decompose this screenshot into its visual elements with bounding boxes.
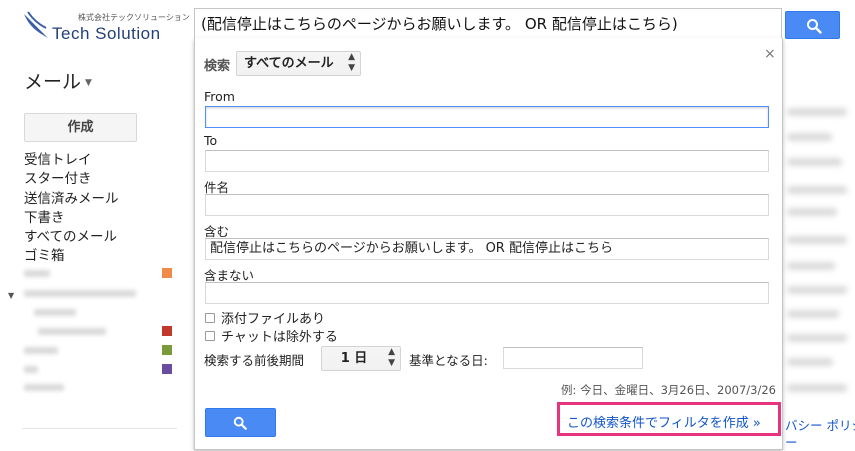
blurred-message[interactable]	[787, 286, 847, 294]
create-filter-link[interactable]: この検索条件でフィルタを作成 »	[567, 412, 761, 431]
mail-menu-label: メール	[24, 71, 82, 93]
privacy-policy-link-continued[interactable]: ー	[785, 432, 798, 451]
date-of-field[interactable]	[503, 347, 643, 369]
search-scope-value: すべてのメール	[244, 56, 334, 71]
blurred-message[interactable]	[787, 384, 847, 392]
select-arrows-icon: ▲ ▼	[348, 52, 355, 73]
advanced-search-button[interactable]	[205, 408, 276, 437]
compose-button[interactable]: 作成	[24, 113, 137, 142]
create-filter-highlight: この検索条件でフィルタを作成 »	[557, 402, 781, 436]
company-small-text: 株式会社テックソリューション	[78, 13, 190, 22]
label-color-swatch	[162, 326, 172, 336]
blurred-label[interactable]	[34, 309, 76, 316]
sidebar-item-all-mail[interactable]: すべてのメール	[24, 228, 119, 247]
date-within-label: 検索する前後期間	[204, 353, 305, 368]
blurred-message[interactable]	[787, 334, 847, 342]
blurred-message[interactable]	[787, 133, 832, 141]
doesnt-have-field[interactable]	[205, 282, 769, 304]
exclude-chats-checkbox[interactable]	[205, 331, 215, 341]
sidebar-item-inbox[interactable]: 受信トレイ	[24, 151, 119, 170]
bird-logo-icon	[24, 11, 48, 38]
tech-solution-logo[interactable]: 株式会社テックソリューション Tech Solution	[22, 8, 192, 46]
blurred-message[interactable]	[787, 236, 847, 244]
has-attachment-label[interactable]: 添付ファイルあり	[221, 308, 325, 327]
search-scope-label: 検索	[204, 59, 231, 74]
blurred-message[interactable]	[787, 208, 837, 216]
sidebar-item-starred[interactable]: スター付き	[24, 170, 119, 189]
search-button[interactable]	[785, 11, 840, 39]
date-within-select[interactable]: 1 日 ▲ ▼	[321, 346, 401, 371]
has-attachment-checkbox[interactable]	[205, 313, 215, 323]
blurred-message[interactable]	[787, 310, 839, 318]
label-color-swatch	[162, 268, 172, 278]
search-icon	[233, 416, 247, 430]
company-name: Tech Solution	[52, 24, 161, 43]
to-field[interactable]	[205, 150, 769, 172]
sidebar-item-sent[interactable]: 送信済みメール	[24, 190, 119, 209]
blurred-message[interactable]	[787, 108, 847, 116]
blurred-label[interactable]	[24, 347, 58, 354]
subject-field[interactable]	[205, 194, 769, 216]
label-color-swatch	[162, 345, 172, 355]
sidebar-item-trash[interactable]: ゴミ箱	[24, 247, 119, 266]
blurred-label[interactable]	[24, 384, 64, 391]
close-icon[interactable]: ×	[764, 46, 776, 62]
blurred-message[interactable]	[787, 186, 847, 194]
label-color-swatch	[162, 364, 172, 374]
search-icon	[807, 19, 822, 34]
from-label: From	[204, 89, 235, 104]
search-input[interactable]: (配信停止はこちらのページからお願いします。 OR 配信停止はこちら)	[194, 8, 782, 38]
date-example-text: 例: 今日、金曜日、3月26日、2007/3/26	[561, 383, 776, 397]
mail-menu[interactable]: メール ▼	[24, 67, 92, 94]
sidebar-divider	[22, 428, 177, 429]
blurred-message[interactable]	[787, 262, 835, 270]
blurred-message[interactable]	[787, 158, 842, 166]
to-label: To	[204, 133, 218, 148]
blurred-label[interactable]	[24, 366, 38, 373]
exclude-chats-label[interactable]: チャットは除外する	[221, 326, 338, 345]
sidebar-item-drafts[interactable]: 下書き	[24, 209, 119, 228]
sidebar-nav: 受信トレイ スター付き 送信済みメール 下書き すべてのメール ゴミ箱	[24, 151, 119, 267]
date-within-value: 1 日	[340, 351, 368, 366]
blurred-label[interactable]	[38, 328, 106, 335]
select-arrows-icon: ▲ ▼	[388, 347, 395, 368]
blurred-label[interactable]	[24, 290, 136, 297]
has-words-field[interactable]: 配信停止はこちらのページからお願いします。 OR 配信停止はこちら	[205, 238, 769, 260]
blurred-label[interactable]	[24, 270, 50, 277]
expand-arrow-icon[interactable]: ▼	[8, 291, 14, 300]
chevron-down-icon: ▼	[85, 77, 92, 88]
date-of-label: 基準となる日:	[409, 353, 488, 368]
blurred-message[interactable]	[787, 358, 833, 366]
from-field[interactable]	[205, 106, 769, 128]
search-scope-select[interactable]: すべてのメール ▲ ▼	[236, 51, 361, 76]
